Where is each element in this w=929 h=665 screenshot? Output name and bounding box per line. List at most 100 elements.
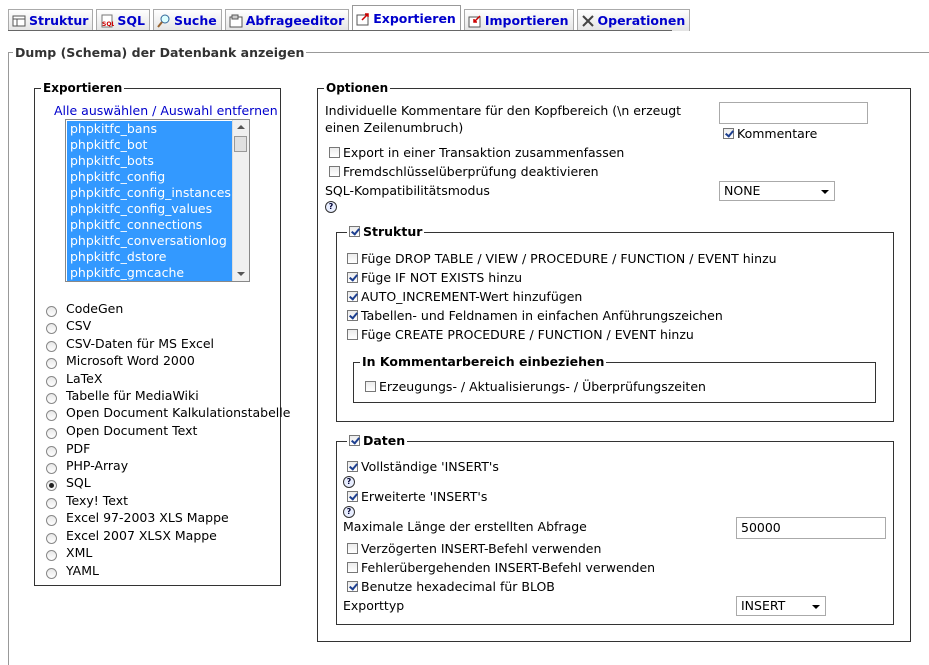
format-option[interactable]: Tabelle für MediaWiki (46, 387, 199, 404)
fk-checkbox[interactable] (329, 165, 340, 177)
format-option[interactable]: PDF (46, 440, 90, 457)
table-option[interactable]: phpkitfc_connections (67, 217, 234, 233)
format-radio[interactable] (46, 533, 57, 544)
tab-import[interactable]: Importieren (463, 9, 574, 31)
tab-search[interactable]: Suche (153, 9, 222, 31)
structure-option[interactable]: AUTO_INCREMENT-Wert hinzufügen (347, 288, 582, 304)
format-option[interactable]: LaTeX (46, 370, 102, 387)
help-icon[interactable]: ? (343, 476, 355, 488)
compat-select[interactable]: NONE (719, 181, 835, 201)
table-select-list[interactable]: phpkitfc_bans phpkitfc_bot phpkitfc_bots ph… (65, 119, 250, 282)
structure-option-checkbox[interactable] (347, 271, 358, 283)
format-option[interactable]: Open Document Kalkulationstabelle (46, 404, 290, 421)
ignore-option[interactable]: Fehlerübergehenden INSERT-Befehl verwend… (347, 559, 655, 575)
help-icon[interactable]: ? (325, 201, 337, 213)
extended-inserts-option[interactable]: Erweiterte 'INSERT's (347, 488, 487, 504)
format-option[interactable]: Excel 97-2003 XLS Mappe (46, 509, 229, 526)
format-option[interactable]: Microsoft Word 2000 (46, 352, 195, 369)
tab-structure[interactable]: Struktur (8, 9, 94, 31)
format-label: PDF (66, 441, 91, 456)
scroll-thumb[interactable] (234, 136, 247, 152)
select-all-link[interactable]: Alle auswählen (54, 103, 148, 118)
hex-option[interactable]: Benutze hexadecimal für BLOB (347, 578, 555, 594)
format-radio[interactable] (46, 306, 57, 317)
delayed-checkbox[interactable] (347, 542, 358, 554)
format-radio[interactable] (46, 323, 57, 334)
table-option[interactable]: phpkitfc_conversationlog (67, 233, 234, 249)
deselect-link[interactable]: Auswahl entfernen (160, 103, 277, 118)
structure-option-checkbox[interactable] (347, 252, 358, 264)
complete-inserts-option[interactable]: Vollständige 'INSERT's (347, 458, 499, 474)
format-radio[interactable] (46, 550, 57, 561)
format-option[interactable]: PHP-Array (46, 457, 128, 474)
page-title: Dump (Schema) der Datenbank anzeigen (15, 45, 305, 60)
table-option[interactable]: phpkitfc_bots (67, 153, 234, 169)
structure-option[interactable]: Füge CREATE PROCEDURE / FUNCTION / EVENT… (347, 326, 694, 342)
data-checkbox[interactable] (349, 435, 360, 446)
structure-option-checkbox[interactable] (347, 290, 358, 302)
format-option[interactable]: Open Document Text (46, 422, 197, 439)
header-comment-input[interactable] (719, 102, 868, 124)
format-option[interactable]: CodeGen (46, 300, 123, 317)
max-length-input[interactable]: 50000 (736, 517, 886, 539)
delayed-option[interactable]: Verzögerten INSERT-Befehl verwenden (347, 540, 601, 556)
transaction-checkbox[interactable] (329, 146, 340, 158)
format-radio[interactable] (46, 393, 57, 404)
format-option[interactable]: CSV (46, 317, 91, 334)
format-radio[interactable] (46, 463, 57, 474)
tab-sql[interactable]: SQL SQL (96, 9, 151, 31)
structure-option[interactable]: Füge IF NOT EXISTS hinzu (347, 269, 522, 285)
format-radio[interactable] (46, 376, 57, 387)
export-type-select[interactable]: INSERT (736, 596, 826, 616)
table-option[interactable]: phpkitfc_bans (67, 121, 234, 137)
scroll-up-icon[interactable] (237, 125, 245, 129)
structure-option-checkbox[interactable] (347, 328, 358, 340)
data-legend[interactable]: Daten (347, 433, 408, 448)
structure-option-checkbox[interactable] (347, 309, 358, 321)
timestamps-checkbox[interactable] (365, 380, 376, 392)
table-option[interactable]: phpkitfc_config_values (67, 201, 234, 217)
format-option[interactable]: Excel 2007 XLSX Mappe (46, 527, 217, 544)
table-option[interactable]: phpkitfc_dstore (67, 249, 234, 265)
format-radio[interactable] (46, 568, 57, 579)
format-radio[interactable] (46, 498, 57, 509)
table-option[interactable]: phpkitfc_config (67, 169, 234, 185)
table-option[interactable]: phpkitfc_gmcache (67, 265, 234, 281)
ignore-checkbox[interactable] (347, 561, 358, 573)
format-option[interactable]: SQL (46, 474, 91, 491)
help-icon[interactable]: ? (343, 506, 355, 518)
structure-legend[interactable]: Struktur (347, 224, 425, 239)
format-radio[interactable] (46, 341, 57, 352)
timestamps-option[interactable]: Erzeugungs- / Aktualisierungs- / Überprü… (365, 378, 706, 394)
table-option[interactable]: phpkitfc_bot (67, 137, 234, 153)
tab-operations[interactable]: Operationen (576, 9, 691, 31)
format-option[interactable]: YAML (46, 562, 99, 579)
tab-export[interactable]: Exportieren (352, 5, 461, 31)
structure-option[interactable]: Tabellen- und Feldnamen in einfachen Anf… (347, 307, 723, 323)
transaction-option[interactable]: Export in einer Transaktion zusammenfass… (329, 144, 624, 160)
search-icon (157, 14, 171, 28)
format-radio[interactable] (46, 410, 57, 421)
format-radio[interactable] (46, 358, 57, 369)
format-radio[interactable] (46, 480, 57, 491)
hex-checkbox[interactable] (347, 580, 358, 592)
comments-option[interactable]: Kommentare (723, 125, 817, 141)
structure-checkbox[interactable] (349, 226, 360, 237)
extended-inserts-checkbox[interactable] (347, 490, 358, 502)
structure-option[interactable]: Füge DROP TABLE / VIEW / PROCEDURE / FUN… (347, 250, 777, 266)
format-option[interactable]: Texy! Text (46, 492, 128, 509)
complete-inserts-checkbox[interactable] (347, 460, 358, 472)
format-option[interactable]: CSV-Daten für MS Excel (46, 335, 214, 352)
format-radio[interactable] (46, 446, 57, 457)
comments-checkbox[interactable] (723, 127, 734, 139)
format-label: CSV-Daten für MS Excel (66, 336, 215, 351)
format-radio[interactable] (46, 428, 57, 439)
format-radio[interactable] (46, 515, 57, 526)
list-scrollbar[interactable] (232, 120, 249, 281)
format-label: PHP-Array (66, 458, 129, 473)
table-option[interactable]: phpkitfc_config_instances (67, 185, 234, 201)
tab-query[interactable]: Abfrageeditor (224, 9, 350, 31)
scroll-down-icon[interactable] (237, 272, 245, 276)
format-option[interactable]: XML (46, 544, 92, 561)
fk-option[interactable]: Fremdschlüsselüberprüfung deaktivieren (329, 163, 599, 179)
